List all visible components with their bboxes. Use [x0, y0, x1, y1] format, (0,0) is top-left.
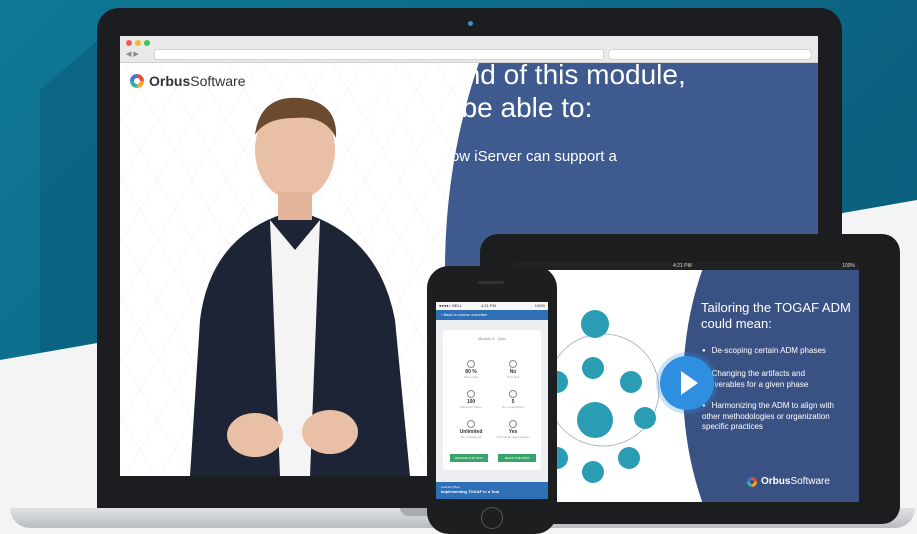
- quiz-card: Module 3 - Quiz 80 % Pass mark No Time lim…: [443, 330, 541, 470]
- tablet-battery: 100%: [842, 263, 855, 269]
- flag-icon: [509, 420, 517, 428]
- browser-nav-arrows-icon[interactable]: ◀ ▶: [126, 50, 139, 58]
- stat-max-score: 100 Maximum Score: [451, 390, 491, 409]
- tablet-orbus-logo-icon: [747, 476, 757, 487]
- phone-carrier: ●●●●○ BELL: [439, 303, 462, 308]
- minimize-window-dot[interactable]: [135, 40, 141, 46]
- resume-test-button[interactable]: RESUME THE TEST: [450, 454, 488, 462]
- adm-node-business: [620, 371, 642, 393]
- refresh-icon: [467, 420, 475, 428]
- adm-node-technology: [618, 447, 640, 469]
- tablet-bullet-3: Harmonizing the ADM to align with other …: [702, 401, 852, 432]
- tablet-time: 4:21 PM: [673, 263, 692, 269]
- clock-icon: [509, 360, 517, 368]
- adm-node-vision: [582, 357, 604, 379]
- check-icon: [467, 390, 475, 398]
- learning-plan-footer[interactable]: Learning Plan Implementing TOGAF in a To…: [436, 482, 548, 499]
- tablet-bullet-2: Changing the artifacts and deliverables …: [702, 369, 842, 390]
- phone-screen: ●●●●○ BELL 4:21 PM 100% ‹ Back to course…: [436, 302, 548, 499]
- adm-node-information: [634, 407, 656, 429]
- stat-attempts: Unlimited No. of attempts: [451, 420, 491, 439]
- presenter-video: [190, 97, 410, 476]
- quiz-title: Module 3 - Quiz: [477, 336, 507, 341]
- phone-home-button[interactable]: [481, 507, 503, 529]
- orbus-logo-icon: [130, 74, 144, 88]
- tablet-slide-title: Tailoring the TOGAF ADM could mean:: [701, 300, 851, 331]
- tablet-bullet-1: De-scoping certain ADM phases: [702, 346, 852, 357]
- tablet-status-bar: 4:21 PM 100%: [513, 262, 859, 270]
- adm-node-requirements: [577, 402, 613, 438]
- close-window-dot[interactable]: [126, 40, 132, 46]
- footer-label: Learning Plan: [441, 485, 460, 489]
- play-video-button[interactable]: [660, 356, 714, 410]
- stat-required: Yes Test will be required later: [493, 420, 533, 439]
- adm-node-opportunities: [582, 461, 604, 483]
- laptop-camera: [468, 21, 473, 26]
- stat-pass-mark: 80 % Pass mark: [451, 360, 491, 379]
- stat-questions: 5 No. of questions: [493, 390, 533, 409]
- back-label: Back to course overview: [443, 312, 487, 317]
- maximize-window-dot[interactable]: [144, 40, 150, 46]
- target-icon: [467, 360, 475, 368]
- tablet-logo-light: Software: [790, 476, 830, 487]
- phone-battery: 100%: [534, 303, 545, 308]
- tablet-orbus-logo: OrbusSoftware: [747, 476, 830, 487]
- phone-time: 4:21 PM: [481, 303, 496, 308]
- phone-status-bar: ●●●●○ BELL 4:21 PM 100%: [436, 302, 548, 310]
- back-to-course-link[interactable]: ‹ Back to course overview: [436, 310, 548, 320]
- tablet-logo-bold: Orbus: [761, 476, 791, 487]
- question-icon: [509, 390, 517, 398]
- stat-time-limit: No Time limit: [493, 360, 533, 379]
- adm-node-preliminary: [581, 310, 609, 338]
- phone-speaker: [478, 281, 504, 284]
- begin-test-button[interactable]: BEGIN THE TEST: [498, 454, 536, 462]
- footer-title: Implementing TOGAF in a Tool: [441, 489, 500, 494]
